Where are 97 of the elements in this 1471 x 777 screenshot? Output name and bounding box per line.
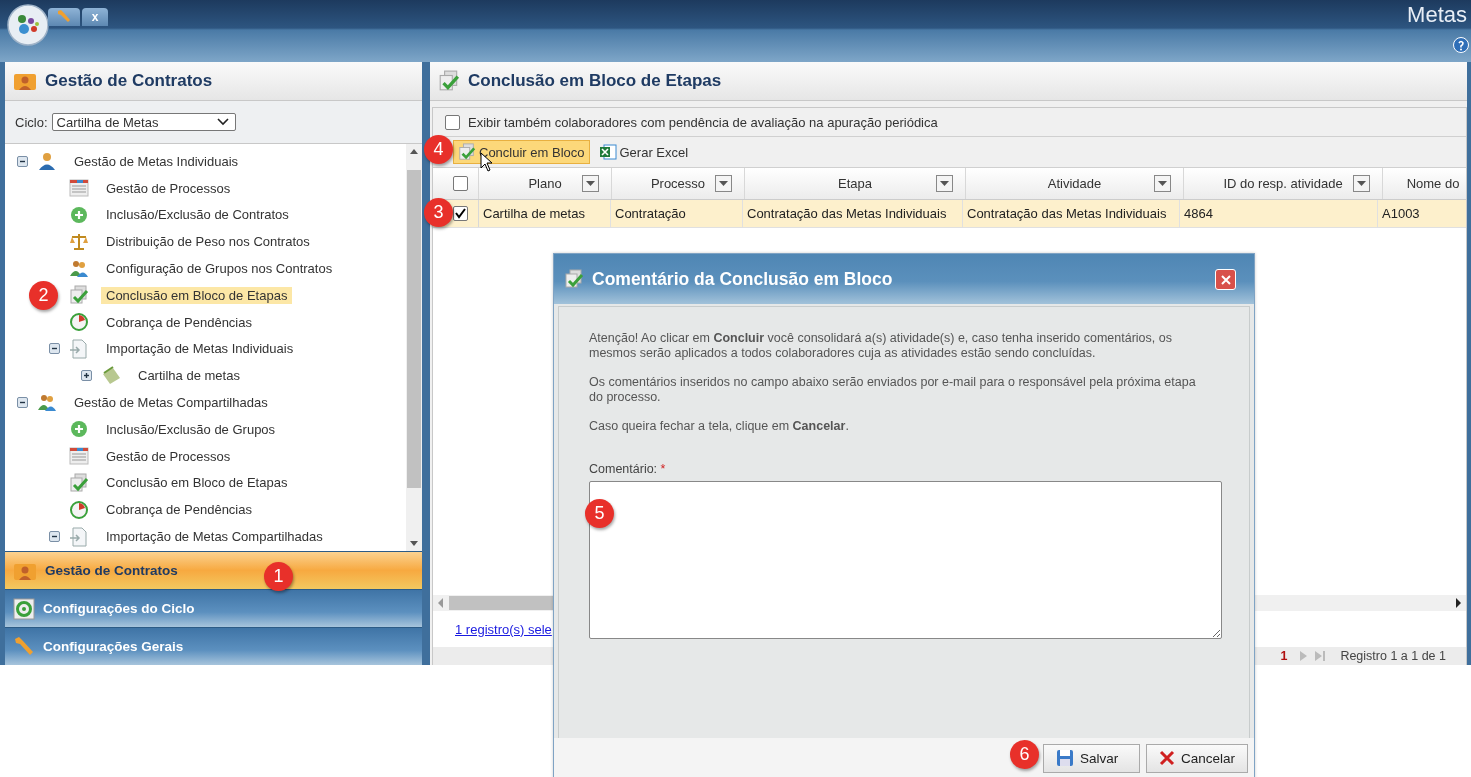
cycle-dropdown[interactable]: Cartilha de Metas — [51, 113, 236, 131]
panel-title: Gestão de Contratos — [45, 71, 213, 91]
dialog-paragraph: Atenção! Ao clicar em Concluir você consolidará a(s) atividade(s) e, caso tenha inserido comentários, os mesmos serão aplicados a todos colaboradores cuja as atividades estão sendo concluídas. — [589, 331, 1173, 361]
filter-dropdown-icon[interactable] — [1154, 175, 1171, 192]
table-cell: A1003 — [1378, 200, 1467, 227]
tree-item[interactable]: Inclusão/Exclusão de Contratos — [101, 206, 294, 224]
check-icon — [69, 472, 89, 493]
column-header[interactable]: Processo — [612, 168, 745, 199]
comment-label: Comentário: — [589, 462, 658, 476]
wrench-icon — [56, 9, 72, 25]
tree-item[interactable]: Cobrança de Pendências — [101, 313, 257, 331]
tree-item[interactable]: Conclusão em Bloco de Etapas — [101, 474, 293, 492]
table-cell: Contratação das Metas Individuais — [963, 200, 1180, 227]
vertical-scrollbar[interactable] — [406, 144, 422, 551]
logo-icon[interactable] — [7, 4, 49, 46]
scales-icon — [69, 231, 89, 252]
list-icon — [69, 178, 89, 199]
tree-item[interactable]: Cobrança de Pendências — [101, 501, 257, 519]
group-icon — [69, 258, 89, 279]
scroll-down-icon[interactable] — [409, 541, 419, 547]
cancel-button[interactable]: Cancelar — [1145, 743, 1248, 773]
dialog-paragraph: Os comentários inseridos no campo abaixo serão enviados por e-mail para o responsável pela próxima etapa do processo. — [589, 375, 1197, 405]
close-icon — [1219, 273, 1232, 286]
clock-icon — [69, 312, 89, 333]
tree-item[interactable]: Inclusão/Exclusão de Grupos — [101, 420, 281, 438]
scroll-right-icon[interactable] — [1456, 598, 1462, 608]
help-icon[interactable] — [1453, 37, 1469, 53]
column-header[interactable]: Plano — [479, 168, 612, 199]
plus-icon — [69, 419, 89, 440]
select-all-checkbox[interactable] — [453, 176, 468, 191]
chevron-down-icon — [216, 118, 229, 126]
option-checkbox[interactable] — [445, 114, 460, 130]
check-icon — [564, 269, 584, 289]
column-header[interactable]: Etapa — [745, 168, 966, 199]
required-mark: * — [660, 462, 666, 476]
complete-button[interactable]: Concluir em Bloco — [453, 140, 590, 164]
export-excel-button[interactable]: Gerar Excel — [593, 140, 694, 164]
cycle-icon — [13, 597, 35, 620]
wrench-icon — [13, 635, 35, 658]
collapse-icon[interactable] — [49, 343, 60, 355]
column-header[interactable]: Atividade — [966, 168, 1184, 199]
filter-dropdown-icon[interactable] — [582, 175, 599, 192]
dialog-paragraph: Caso queira fechar a tela, clique em Cancelar. — [589, 419, 850, 434]
folder-person-icon — [13, 71, 37, 91]
page-number[interactable]: 1 — [1280, 649, 1288, 663]
tree-item[interactable]: Gestão de Processos — [101, 179, 236, 197]
list-icon — [69, 446, 89, 467]
tree-item[interactable]: Gestão de Metas Compartilhadas — [69, 394, 273, 412]
collapse-icon[interactable] — [17, 397, 28, 409]
check-icon — [69, 285, 89, 306]
cycle-label: Ciclo: — [15, 114, 48, 130]
expand-icon[interactable] — [81, 370, 92, 382]
tree-item[interactable]: Gestão de Processos — [101, 447, 236, 465]
close-button[interactable] — [1215, 269, 1236, 290]
selection-count-link[interactable]: 1 registro(s) sele — [455, 621, 552, 637]
plus-icon — [69, 205, 89, 225]
tree-item[interactable]: Configuração de Grupos nos Contratos — [101, 260, 338, 278]
filter-dropdown-icon[interactable] — [1353, 175, 1370, 192]
collapse-icon[interactable] — [49, 531, 60, 543]
filter-dropdown-icon[interactable] — [936, 175, 953, 192]
table-cell: Cartilha de metas — [479, 200, 611, 227]
collapse-icon[interactable] — [17, 155, 28, 167]
column-header[interactable]: ID do resp. atividade — [1184, 168, 1383, 199]
save-button[interactable]: Salvar — [1042, 743, 1140, 773]
comment-field[interactable] — [589, 481, 1222, 639]
tree-item[interactable]: Gestão de Metas Individuais — [69, 152, 244, 170]
tree-item[interactable]: Importação de Metas Compartilhadas — [101, 528, 328, 546]
notebook-icon — [101, 365, 121, 386]
check-icon — [438, 70, 460, 92]
accordion-header[interactable]: Configurações do Ciclo — [5, 589, 422, 627]
app-title: Metas — [1407, 2, 1467, 28]
person-icon — [37, 151, 57, 172]
tree-item[interactable]: Conclusão em Bloco de Etapas — [101, 286, 293, 304]
tree-item[interactable]: Importação de Metas Individuais — [101, 340, 299, 358]
close-icon — [1158, 750, 1175, 766]
column-header[interactable]: Nome do — [1383, 168, 1467, 199]
checkmark-icon — [455, 208, 466, 219]
filter-dropdown-icon[interactable] — [715, 175, 732, 192]
row-checkbox[interactable] — [453, 206, 468, 221]
tree-item[interactable]: Cartilha de metas — [133, 367, 245, 385]
table-cell: 4864 — [1180, 200, 1378, 227]
accordion-header[interactable]: Configurações Gerais — [5, 627, 422, 665]
tree-item[interactable]: Distribuição de Peso nos Contratos — [101, 233, 315, 251]
dialog-title: Comentário da Conclusão em Bloco — [592, 268, 893, 290]
panel-title: Conclusão em Bloco de Etapas — [468, 71, 722, 91]
option-label: Exibir também colaboradores com pendência de avaliação na apuração periódica — [468, 114, 938, 130]
pager-summary: Registro 1 a 1 de 1 — [1340, 649, 1446, 663]
check-icon — [458, 143, 476, 161]
table-cell: Contratação — [611, 200, 743, 227]
import-icon — [69, 338, 89, 359]
group-icon — [37, 392, 57, 413]
table-cell: Contratação das Metas Individuais — [743, 200, 963, 227]
save-icon — [1055, 749, 1074, 767]
spreadsheet-icon — [598, 143, 617, 161]
clock-icon — [69, 499, 89, 520]
import-icon — [69, 526, 89, 547]
scroll-up-icon[interactable] — [409, 148, 419, 154]
